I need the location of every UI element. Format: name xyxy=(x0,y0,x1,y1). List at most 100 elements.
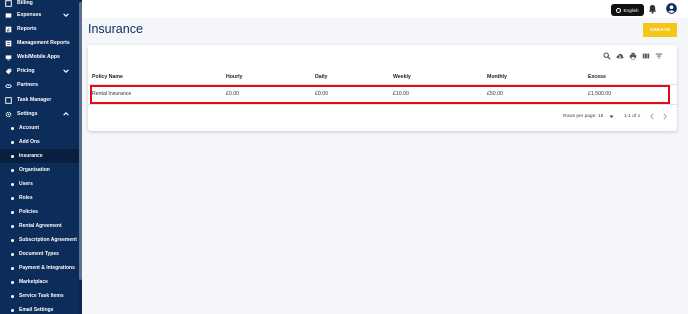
billing-icon xyxy=(5,0,12,7)
sidebar-item-reports[interactable]: Reports xyxy=(0,22,79,36)
sidebar-subitem-account[interactable]: Account xyxy=(0,121,79,135)
sidebar-subitem-label: Document Types xyxy=(19,251,59,257)
sidebar-subitem-document-types[interactable]: Document Types xyxy=(0,247,79,261)
rows-per-page-select[interactable]: 15 xyxy=(598,114,603,119)
bullet-icon xyxy=(11,294,14,298)
chevron-down-icon xyxy=(63,69,69,73)
bullet-icon xyxy=(11,280,14,284)
sidebar-subitem-label: Roles xyxy=(19,195,33,201)
chevron-down-icon xyxy=(63,13,69,17)
create-button[interactable]: CREATE xyxy=(643,23,677,37)
sidebar-subitem-label: Email Settings xyxy=(19,307,54,313)
sidebar-subitem-email-settings[interactable]: Email Settings xyxy=(0,303,79,314)
sidebar-scrollbar-thumb[interactable] xyxy=(79,2,82,280)
bullet-icon xyxy=(11,182,14,186)
language-button[interactable]: English xyxy=(611,4,644,16)
bullet-icon xyxy=(11,126,14,130)
sidebar-item-label: Partners xyxy=(17,82,39,88)
page-title: Insurance xyxy=(88,22,143,36)
caret-down-icon[interactable] xyxy=(609,115,614,119)
bullet-icon xyxy=(11,196,14,200)
sidebar-subitem-label: Users xyxy=(19,181,33,187)
expenses-icon xyxy=(5,12,12,19)
language-label: English xyxy=(623,7,639,13)
sidebar-subitem-label: Organisation xyxy=(19,167,50,173)
globe-icon xyxy=(616,7,622,13)
sidebar-item-label: Expenses xyxy=(17,12,42,18)
column-header-monthly[interactable]: Monthly xyxy=(487,74,507,80)
pricing-icon xyxy=(5,68,12,75)
task-manager-icon xyxy=(5,96,12,104)
print-icon[interactable] xyxy=(629,52,637,60)
column-header-hourly[interactable]: Hourly xyxy=(226,74,242,80)
previous-page-icon[interactable] xyxy=(649,113,655,120)
column-header-weekly[interactable]: Weekly xyxy=(393,74,411,80)
user-account-icon[interactable] xyxy=(666,3,677,14)
sidebar-item-management-reports[interactable]: Management Reports xyxy=(0,36,79,50)
sidebar-item-pricing[interactable]: Pricing xyxy=(0,64,79,78)
sidebar-item-partners[interactable]: Partners xyxy=(0,78,79,92)
chevron-up-icon xyxy=(63,112,69,116)
sidebar: Billing Expenses Reports Management Repo… xyxy=(0,0,82,314)
sidebar-subitem-organisation[interactable]: Organisation xyxy=(0,163,79,177)
sidebar-subitem-subscription-agreement[interactable]: Subscription Agreement xyxy=(0,233,79,247)
sidebar-item-label: Billing xyxy=(17,0,33,6)
sidebar-subitem-payment-integrations[interactable]: Payment & Integrations xyxy=(0,261,79,275)
sidebar-subitem-label: Add Ons xyxy=(19,139,40,145)
sidebar-subitem-label: Account xyxy=(19,125,39,131)
row-divider xyxy=(88,104,677,105)
column-header-excess[interactable]: Excess xyxy=(588,74,606,80)
filter-icon[interactable] xyxy=(655,52,663,60)
notifications-bell-icon[interactable] xyxy=(648,4,657,14)
sidebar-subitem-service-task-items[interactable]: Service Task Items xyxy=(0,289,79,303)
sidebar-subitem-label: Rental Agreement xyxy=(19,223,62,229)
sidebar-subitem-label: Payment & Integrations xyxy=(19,265,75,271)
column-header-policy-name[interactable]: Policy Name xyxy=(92,74,123,80)
bullet-icon xyxy=(11,266,14,270)
sidebar-item-label: Web/Mobile Apps xyxy=(17,54,60,60)
sidebar-subitem-policies[interactable]: Policies xyxy=(0,205,79,219)
partners-icon xyxy=(5,82,12,89)
download-icon[interactable] xyxy=(616,52,624,60)
sidebar-subitem-roles[interactable]: Roles xyxy=(0,191,79,205)
bullet-icon xyxy=(11,168,14,172)
sidebar-item-label: Pricing xyxy=(17,68,35,74)
apps-icon xyxy=(5,54,12,61)
row-highlight-annotation xyxy=(90,85,670,104)
sidebar-item-label: Management Reports xyxy=(17,40,70,46)
sidebar-subitem-label: Policies xyxy=(19,209,38,215)
next-page-icon[interactable] xyxy=(662,113,668,120)
sidebar-subitem-insurance[interactable]: Insurance xyxy=(0,149,79,163)
top-bar xyxy=(82,0,688,18)
search-icon[interactable] xyxy=(603,52,611,60)
rows-per-page-label: Rows per page: xyxy=(563,114,597,119)
sidebar-subitem-label: Subscription Agreement xyxy=(19,237,77,243)
sidebar-subitem-users[interactable]: Users xyxy=(0,177,79,191)
bullet-icon xyxy=(11,210,14,214)
sidebar-subitem-label: Marketplace xyxy=(19,279,48,285)
bullet-icon xyxy=(11,238,14,242)
sidebar-subitem-marketplace[interactable]: Marketplace xyxy=(0,275,79,289)
sidebar-item-task-manager[interactable]: Task Manager xyxy=(0,93,79,107)
sidebar-item-web-mobile-apps[interactable]: Web/Mobile Apps xyxy=(0,50,79,64)
sidebar-item-label: Reports xyxy=(17,26,37,32)
sidebar-subitem-label: Insurance xyxy=(19,153,43,159)
management-reports-icon xyxy=(5,40,12,47)
view-columns-icon[interactable] xyxy=(642,52,650,60)
column-header-daily[interactable]: Daily xyxy=(315,74,327,80)
pagination-range: 1-1 of 1 xyxy=(624,114,641,119)
bullet-icon xyxy=(11,154,14,158)
sidebar-item-expenses[interactable]: Expenses xyxy=(0,8,79,22)
bullet-icon xyxy=(11,252,14,256)
sidebar-item-label: Settings xyxy=(17,111,38,117)
bullet-icon xyxy=(11,140,14,144)
sidebar-subitem-label: Service Task Items xyxy=(19,293,64,299)
settings-icon xyxy=(5,111,12,118)
bullet-icon xyxy=(11,224,14,228)
reports-icon xyxy=(5,26,12,33)
sidebar-item-label: Task Manager xyxy=(17,97,52,103)
sidebar-subitem-add-ons[interactable]: Add Ons xyxy=(0,135,79,149)
sidebar-subitem-rental-agreement[interactable]: Rental Agreement xyxy=(0,219,79,233)
sidebar-item-settings[interactable]: Settings xyxy=(0,107,79,121)
bullet-icon xyxy=(11,308,14,312)
